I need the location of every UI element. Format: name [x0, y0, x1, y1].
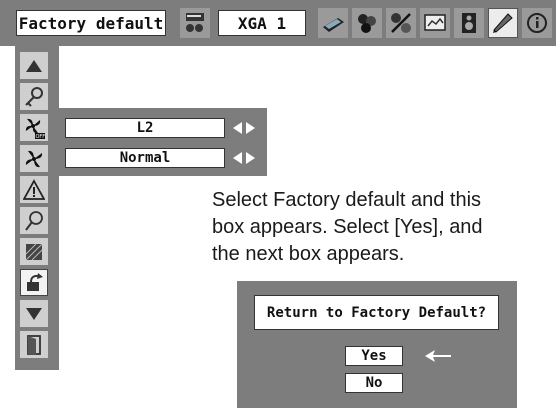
key-icon[interactable] — [20, 83, 48, 110]
left-right-arrows-icon[interactable] — [229, 118, 259, 138]
svg-text:OFF: OFF — [36, 134, 46, 140]
warning-icon[interactable] — [20, 176, 48, 203]
left-right-arrows-icon[interactable] — [229, 148, 259, 168]
description-line: the next box appears. — [212, 243, 405, 265]
sub-menu-panel: L2 Normal — [59, 108, 267, 176]
speaker-icon[interactable] — [454, 8, 484, 38]
pointer-arrow-icon — [423, 348, 453, 369]
laptop-icon[interactable] — [318, 8, 348, 38]
dialog-title: Return to Factory Default? — [254, 295, 499, 330]
fan-off-icon[interactable]: OFF — [20, 114, 48, 141]
no-button[interactable]: No — [345, 373, 403, 393]
down-arrow-icon[interactable] — [20, 300, 48, 327]
screen-icon[interactable] — [420, 8, 450, 38]
up-arrow-icon[interactable] — [20, 52, 48, 79]
option-value-1[interactable]: L2 — [65, 118, 225, 138]
exit-icon[interactable] — [20, 331, 48, 358]
info-icon[interactable] — [522, 8, 552, 38]
confirm-dialog: Return to Factory Default? Yes No — [237, 281, 517, 408]
menu-title: Factory default — [16, 10, 166, 36]
filter-icon[interactable] — [20, 238, 48, 265]
fan-icon[interactable] — [20, 145, 48, 172]
top-menu-bar: Factory default XGA 1 — [0, 0, 556, 46]
color-balls-icon[interactable] — [352, 8, 382, 38]
lamp-icon[interactable] — [20, 207, 48, 234]
description-text: Select Factory default and this box appe… — [212, 187, 556, 268]
option-value-2[interactable]: Normal — [65, 148, 225, 168]
description-line: box appears. Select [Yes], and — [212, 216, 483, 238]
settings-pencil-icon[interactable] — [488, 8, 518, 38]
description-line: Select Factory default and this — [212, 189, 482, 211]
projector-memory-icon[interactable] — [180, 8, 210, 38]
image-adjust-icon[interactable] — [386, 8, 416, 38]
left-menu-panel: OFF — [15, 46, 59, 370]
yes-button[interactable]: Yes — [345, 346, 403, 366]
reset-icon[interactable] — [20, 269, 48, 296]
input-source-label: XGA 1 — [218, 10, 306, 36]
